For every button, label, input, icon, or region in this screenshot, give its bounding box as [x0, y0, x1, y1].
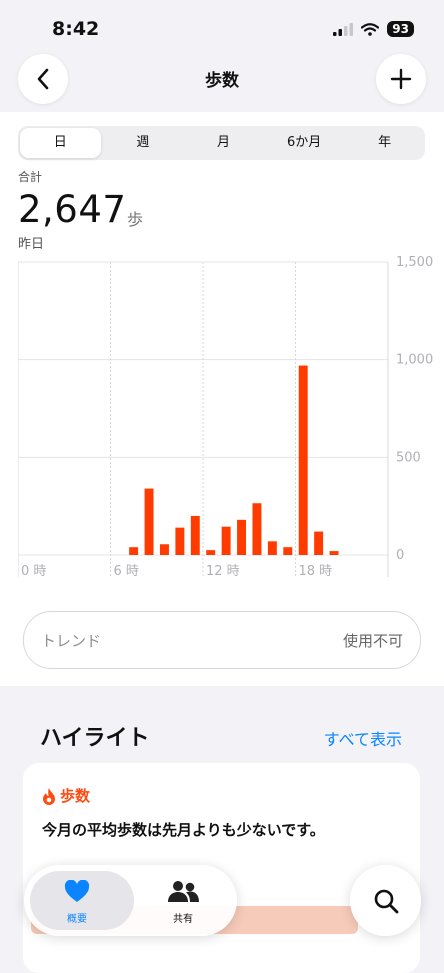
step-bar[interactable] [129, 547, 139, 555]
flame-icon [43, 787, 55, 805]
tab-summary[interactable]: 概要 [24, 865, 134, 936]
total-steps-unit: 歩 [127, 210, 144, 229]
y-tick-label: 0 [396, 548, 404, 563]
status-time: 8:42 [52, 18, 100, 40]
step-bar[interactable] [206, 550, 216, 555]
x-tick-label: 0 時 [21, 564, 46, 579]
add-data-button[interactable] [376, 54, 426, 104]
search-button[interactable] [350, 865, 421, 936]
highlight-text: 今月の平均歩数は先月よりも少ないです。 [42, 821, 325, 839]
segment-6-months[interactable]: 6か月 [264, 126, 345, 160]
highlights-title: ハイライト [40, 726, 150, 751]
tab-sharing-label: 共有 [173, 914, 193, 925]
y-tick-label: 1,500 [396, 255, 433, 270]
tab-sharing[interactable]: 共有 [130, 865, 236, 936]
x-tick-label: 6 時 [114, 564, 139, 579]
x-tick-label: 12 時 [206, 564, 240, 579]
status-icons: 93 [333, 21, 414, 37]
step-bar[interactable] [329, 551, 339, 555]
segment-month[interactable]: 月 [183, 126, 264, 160]
tab-summary-label: 概要 [67, 914, 87, 925]
trend-row[interactable]: トレンド 使用不可 [23, 611, 421, 669]
period-segmented-control: 日 週 月 6か月 年 [18, 126, 425, 160]
segment-day[interactable]: 日 [20, 128, 101, 158]
x-tick-label: 18 時 [299, 564, 333, 579]
step-bar[interactable] [159, 544, 169, 555]
step-bar[interactable] [144, 488, 154, 555]
people-icon [168, 881, 199, 902]
battery-indicator: 93 [387, 21, 414, 37]
navigation-bar: 歩数 [0, 50, 444, 112]
step-bar[interactable] [190, 515, 200, 555]
step-bar[interactable] [221, 526, 231, 555]
step-bar[interactable] [267, 541, 277, 555]
step-bar[interactable] [298, 365, 308, 555]
tab-bar: 概要 共有 [24, 865, 237, 936]
status-bar: 8:42 93 [0, 0, 444, 56]
step-bar[interactable] [175, 527, 185, 555]
step-bar[interactable] [237, 519, 247, 555]
segment-week[interactable]: 週 [103, 126, 184, 160]
total-label: 合計 [18, 170, 43, 184]
y-tick-label: 1,000 [396, 353, 433, 368]
trend-status: 使用不可 [342, 632, 403, 650]
trend-label: トレンド [41, 632, 102, 650]
segment-year[interactable]: 年 [344, 126, 425, 160]
step-bar[interactable] [252, 503, 262, 555]
wifi-icon [361, 22, 380, 36]
show-all-link[interactable]: すべて表示 [324, 726, 402, 750]
steps-bar-chart[interactable]: 1,500 1,000 500 0 0 時 6 時 12 時 18 時 [18, 250, 438, 580]
y-tick-label: 500 [396, 450, 421, 465]
highlight-category: 歩数 [42, 785, 90, 806]
heart-icon [64, 880, 90, 902]
search-icon [374, 889, 398, 913]
total-steps-value: 2,647 [18, 188, 127, 231]
plus-icon [390, 68, 412, 90]
highlight-category-label: 歩数 [60, 787, 91, 805]
step-bar[interactable] [314, 531, 324, 555]
step-bar[interactable] [283, 547, 293, 555]
signal-icon [333, 22, 354, 36]
